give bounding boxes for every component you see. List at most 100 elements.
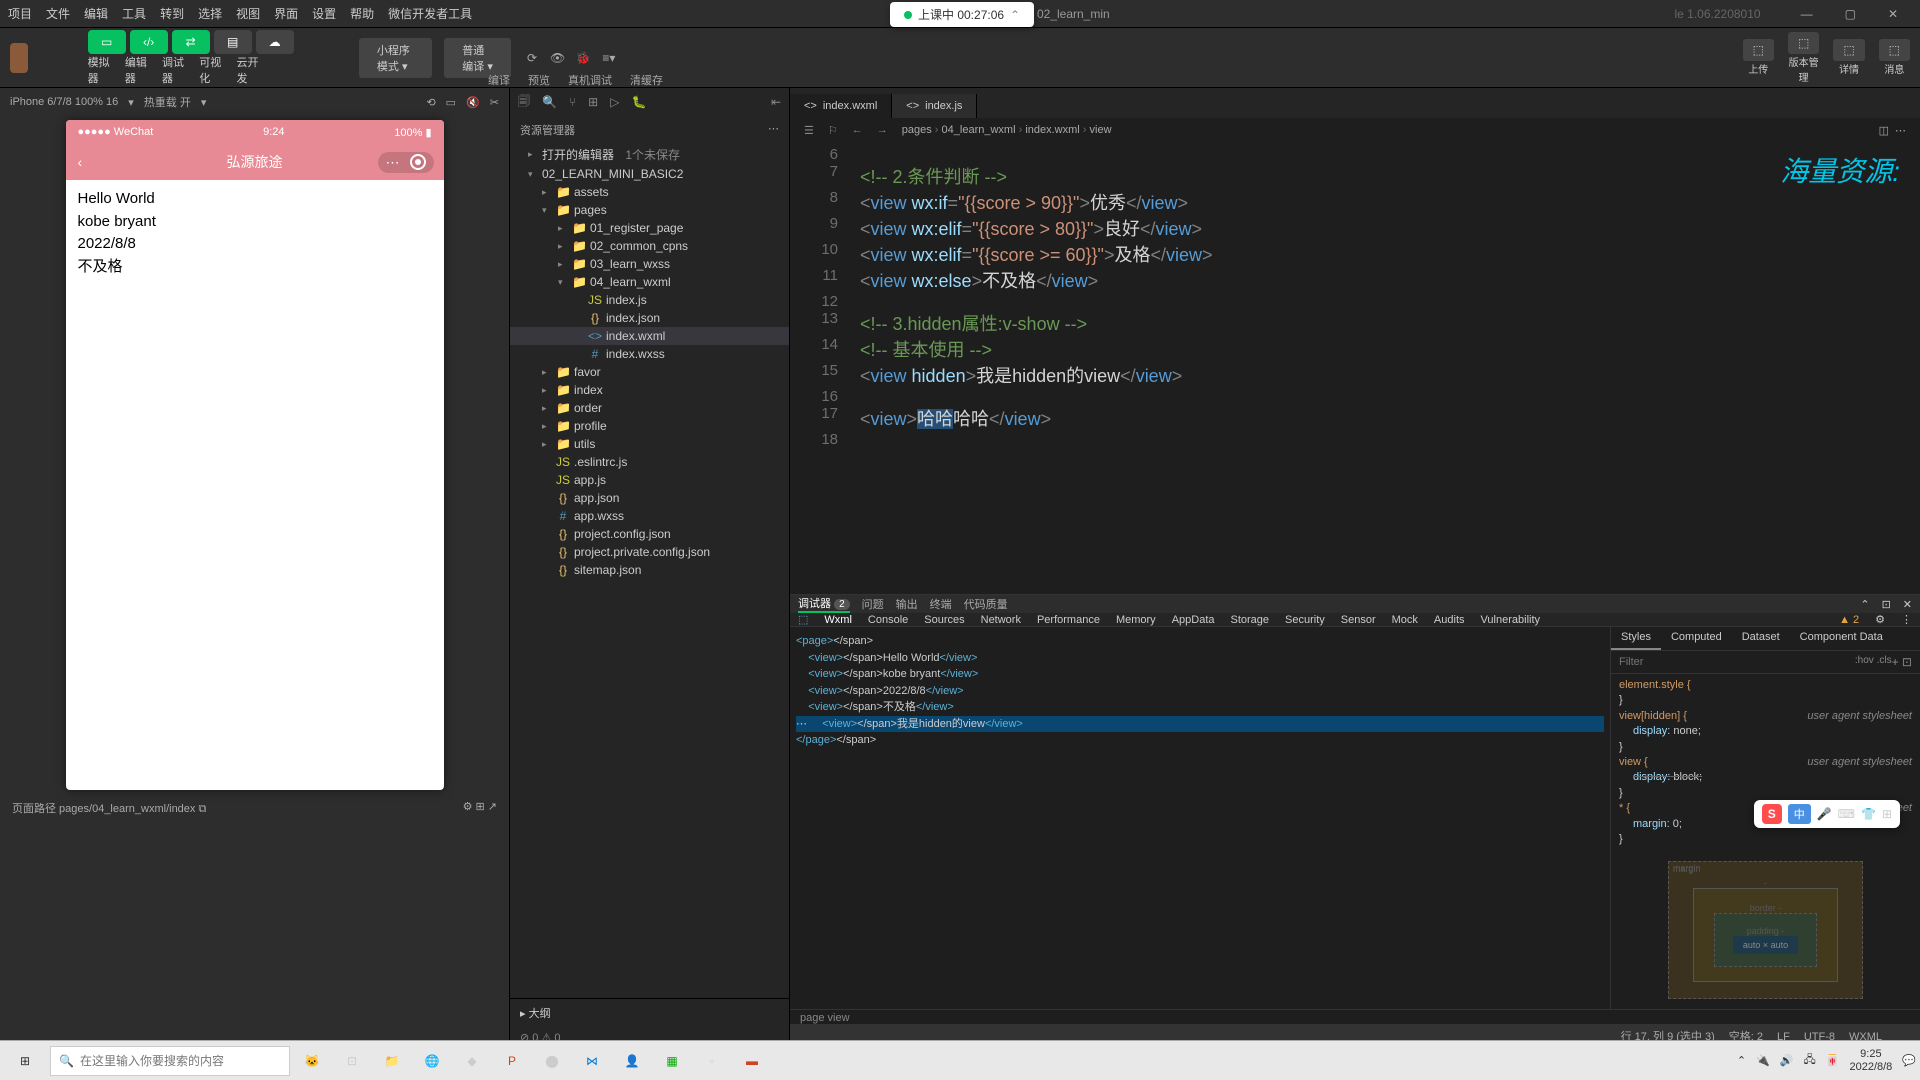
device-label[interactable]: iPhone 6/7/8 100% 16 (10, 96, 118, 108)
devtools-subtab[interactable]: Security (1285, 614, 1325, 626)
file-tree-item[interactable]: ▸📁02_common_cpns (510, 237, 789, 255)
devtools-subtab[interactable]: Sensor (1341, 614, 1376, 626)
debugger-button[interactable]: ⇄ (172, 30, 210, 54)
menu-item[interactable]: 编辑 (84, 5, 108, 22)
menu-item[interactable]: 工具 (122, 5, 146, 22)
search-icon[interactable]: 🔍 (542, 95, 557, 109)
ext-icon[interactable]: ⊞ (588, 95, 598, 109)
breadcrumb-item[interactable]: index.wxml (1025, 124, 1079, 136)
chrome-icon[interactable]: ⬤ (534, 1045, 570, 1077)
taskview-icon[interactable]: ⊡ (334, 1045, 370, 1077)
devtools-subtab[interactable]: AppData (1172, 614, 1215, 626)
file-tree-item[interactable]: #app.wxss (510, 507, 789, 525)
editor-tab[interactable]: <>index.wxml (790, 94, 892, 118)
app4-icon[interactable]: ▦ (654, 1045, 690, 1077)
vscode-icon[interactable]: ⋈ (574, 1045, 610, 1077)
file-tree-item[interactable]: ▸📁profile (510, 417, 789, 435)
debug-icon[interactable]: 🐞 (574, 43, 592, 73)
ppt-icon[interactable]: P (494, 1045, 530, 1077)
inspect-icon[interactable]: ⬚ (798, 613, 808, 626)
file-tree-item[interactable]: {}sitemap.json (510, 561, 789, 579)
file-tree-item[interactable]: JS.eslintrc.js (510, 453, 789, 471)
file-tree-item[interactable]: ▸📁utils (510, 435, 789, 453)
maximize-icon[interactable]: ▢ (1845, 7, 1856, 21)
ime-toolbar[interactable]: S 中 🎤⌨👕⊞ (1754, 800, 1900, 828)
hot-reload-label[interactable]: 热重载 开 (144, 94, 191, 110)
devtools-subtab[interactable]: Storage (1231, 614, 1270, 626)
editor-tab[interactable]: <>index.js (892, 94, 977, 118)
devtools-tab[interactable]: 代码质量 (964, 596, 1008, 612)
file-tree-item[interactable]: ▸📁order (510, 399, 789, 417)
file-tree-item[interactable]: ▾📁04_learn_wxml (510, 273, 789, 291)
menu-item[interactable]: 项目 (8, 5, 32, 22)
close-icon[interactable]: ✕ (1903, 598, 1912, 611)
mode-select[interactable]: 小程序模式 ▾ (359, 38, 432, 78)
file-tree-item[interactable]: ▸📁index (510, 381, 789, 399)
file-tree-item[interactable]: {}project.config.json (510, 525, 789, 543)
devtools-tab[interactable]: 终端 (930, 596, 952, 612)
run-icon[interactable]: ▷ (610, 95, 619, 109)
file-tree-item[interactable]: {}index.json (510, 309, 789, 327)
vol-icon[interactable]: 🔊 (1780, 1054, 1794, 1067)
mute-icon[interactable]: 🔇 (466, 96, 480, 109)
start-button[interactable]: ⊞ (4, 1045, 46, 1077)
menu-item[interactable]: 设置 (312, 5, 336, 22)
dom-tree[interactable]: <page></span> <view></span>Hello World</… (790, 627, 1610, 1009)
expand-icon[interactable]: ⊡ (1882, 598, 1891, 611)
cut-icon[interactable]: ✂ (490, 96, 499, 109)
fwd-nav-icon[interactable]: → (877, 124, 888, 136)
menu-item[interactable]: 选择 (198, 5, 222, 22)
file-tree-item[interactable]: ▾📁pages (510, 201, 789, 219)
file-tree-item[interactable]: ▸📁03_learn_wxss (510, 255, 789, 273)
mobile-icon[interactable]: ▭ (446, 96, 456, 109)
styles-tab[interactable]: Styles (1611, 627, 1661, 650)
devtools-tab[interactable]: 调试器 2 (798, 595, 850, 613)
branch-icon[interactable]: ⑂ (569, 95, 576, 109)
usb-icon[interactable]: 🔌 (1756, 1054, 1770, 1067)
styles-tab[interactable]: Computed (1661, 627, 1732, 650)
devtools-subtab[interactable]: Sources (924, 614, 964, 626)
devtools-tab[interactable]: 问题 (862, 596, 884, 612)
devtools-subtab[interactable]: Mock (1392, 614, 1418, 626)
menu-item[interactable]: 文件 (46, 5, 70, 22)
app3-icon[interactable]: 👤 (614, 1045, 650, 1077)
breadcrumb-item[interactable]: view (1090, 124, 1112, 136)
bug-icon[interactable]: 🐛 (631, 95, 646, 109)
clean-icon[interactable]: ≡▾ (600, 43, 618, 73)
menu-item[interactable]: 微信开发者工具 (388, 5, 472, 22)
app2-icon[interactable]: ◆ (454, 1045, 490, 1077)
refresh-icon[interactable]: ⟳ (523, 43, 541, 73)
more-icon[interactable]: ⋮ (1901, 613, 1912, 626)
bookmark-icon[interactable]: ⚐ (828, 124, 838, 137)
open-editors-section[interactable]: ▸打开的编辑器 1个未保存 (510, 144, 789, 165)
visual-button[interactable]: ▤ (214, 30, 252, 54)
rotate-icon[interactable]: ⟲ (426, 96, 435, 109)
notif-icon[interactable]: 💬 (1902, 1054, 1916, 1067)
toolbar-button[interactable]: ⬚ (1879, 39, 1910, 61)
styles-tab[interactable]: Component Data (1790, 627, 1893, 650)
explorer-icon[interactable]: 📁 (374, 1045, 410, 1077)
file-tree-item[interactable]: ▸📁favor (510, 363, 789, 381)
file-tree-item[interactable]: ▸📁assets (510, 183, 789, 201)
preview-icon[interactable]: 👁 (549, 43, 567, 73)
menu-item[interactable]: 视图 (236, 5, 260, 22)
devtools-subtab[interactable]: Memory (1116, 614, 1156, 626)
code-editor[interactable]: 海量资源: 67<!-- 2.条件判断 -->8<view wx:if="{{s… (790, 142, 1920, 594)
list-icon[interactable]: ☰ (804, 124, 814, 137)
file-tree-item[interactable]: ▸📁01_register_page (510, 219, 789, 237)
files-icon[interactable]: 🗐 (518, 92, 530, 113)
devtools-subtab[interactable]: Console (868, 614, 908, 626)
back-nav-icon[interactable]: ← (852, 124, 863, 136)
app-icon[interactable]: 🐱 (294, 1045, 330, 1077)
split-icon[interactable]: ◫ (1879, 124, 1889, 137)
more-icon[interactable]: ⋯ (1895, 124, 1906, 137)
file-tree-item[interactable]: {}project.private.config.json (510, 543, 789, 561)
edge-icon[interactable]: 🌐 (414, 1045, 450, 1077)
toolbar-button[interactable]: ⬚ (1833, 39, 1864, 61)
close-icon[interactable]: ✕ (1888, 7, 1898, 21)
editor-button[interactable]: ‹/› (130, 30, 168, 54)
collapse-icon[interactable]: ⇤ (771, 95, 781, 109)
styles-tab[interactable]: Dataset (1732, 627, 1790, 650)
breadcrumb-item[interactable]: 04_learn_wxml (942, 124, 1016, 136)
devtools-tab[interactable]: 输出 (896, 596, 918, 612)
